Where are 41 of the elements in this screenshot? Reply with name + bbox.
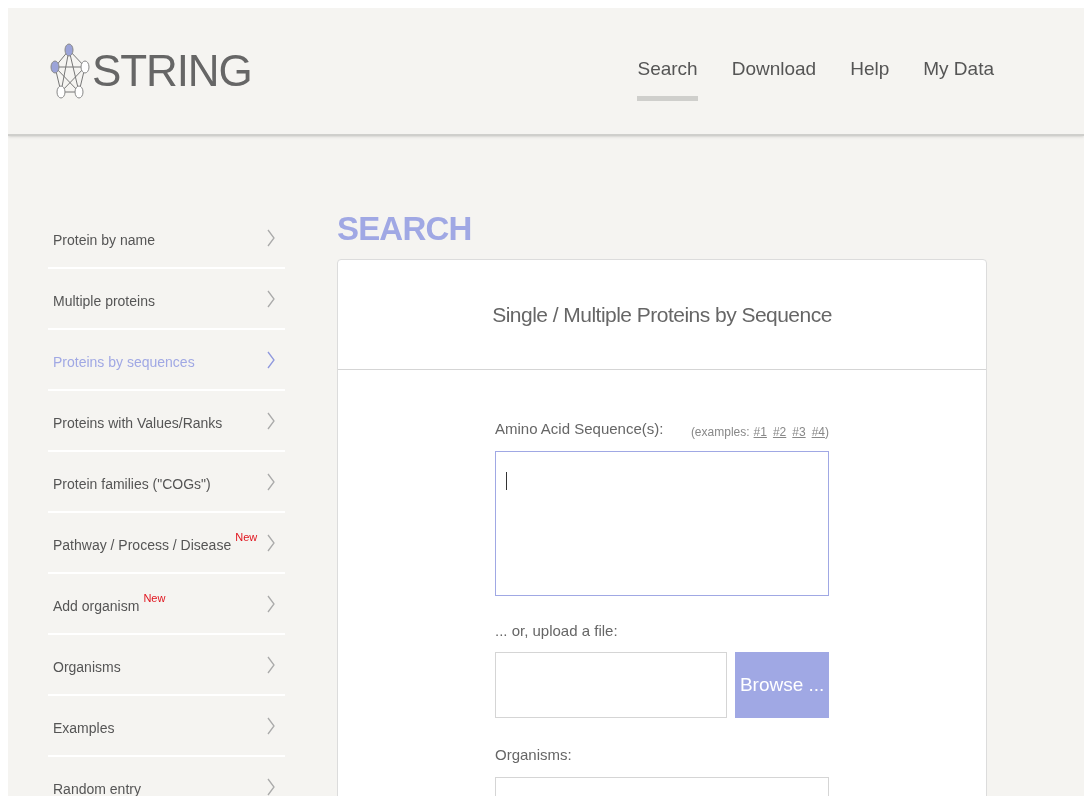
closing-parenthesis: ) (825, 423, 829, 441)
new-label: New (235, 530, 258, 545)
chevron-right-icon (267, 533, 275, 552)
sidebar-link[interactable]: Examples (53, 718, 115, 739)
file-input[interactable] (495, 652, 728, 718)
field-label: ... or, upload a file: (495, 620, 619, 641)
card-title: Single / Multiple Proteins by Sequence (492, 301, 832, 328)
new-label: New (143, 591, 166, 606)
nav-link[interactable]: Help (850, 55, 890, 101)
sidebar-link[interactable]: Random entry (53, 779, 141, 796)
chevron-right-icon (267, 777, 275, 796)
example-link[interactable]: #3 (792, 422, 806, 441)
sidebar-link[interactable]: Pathway / Process / Disease (53, 535, 232, 556)
logo-text: STRING (92, 45, 252, 97)
chevron-right-icon (267, 655, 275, 674)
nav-link[interactable]: Download (731, 55, 817, 101)
sidebar-link[interactable]: Proteins with Values/Ranks (53, 413, 223, 434)
chevron-right-icon (267, 472, 275, 491)
sidebar-link[interactable]: Protein families ("COGs") (53, 474, 211, 495)
nav-link[interactable]: My Data (923, 55, 994, 101)
nav-link[interactable]: Search (637, 55, 698, 101)
field-label: Amino Acid Sequence(s): (495, 419, 664, 439)
example-link[interactable]: #1 (753, 422, 767, 441)
network-logo-icon (50, 42, 90, 100)
sidebar-link[interactable]: Add organism (53, 596, 140, 617)
chevron-right-icon (267, 594, 275, 613)
chevron-right-icon (267, 350, 275, 369)
chevron-right-icon (267, 411, 275, 430)
sidebar-link[interactable]: Protein by name (53, 230, 155, 251)
chevron-right-icon (267, 716, 275, 735)
example-link[interactable]: #2 (772, 422, 787, 441)
chevron-right-icon (267, 228, 275, 247)
examples-label: (examples: (690, 423, 750, 441)
text-cursor (506, 471, 507, 490)
page-title: SEARCH (337, 212, 473, 245)
field-label: Organisms: (495, 745, 573, 765)
sequence-input[interactable] (495, 450, 829, 596)
sidebar-link[interactable]: Organisms (53, 657, 121, 678)
example-link[interactable]: #4 (811, 422, 825, 441)
chevron-right-icon (267, 289, 275, 308)
sidebar-link[interactable]: Multiple proteins (53, 291, 155, 312)
